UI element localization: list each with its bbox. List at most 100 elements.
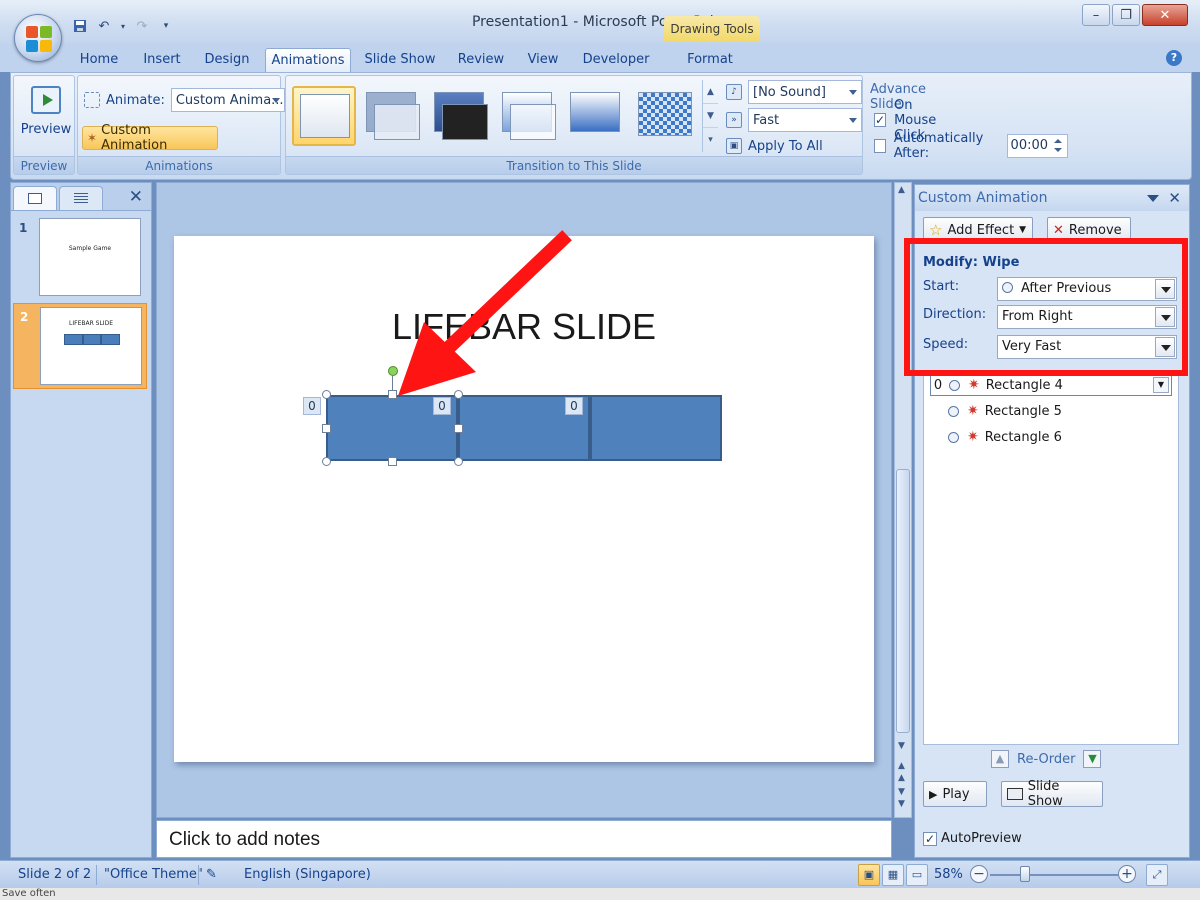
zoom-out-icon[interactable]: − xyxy=(970,865,988,883)
close-icon[interactable]: ✕ xyxy=(129,187,143,207)
transition-sound-row: ♪ [No Sound] xyxy=(726,80,862,104)
theme-name[interactable]: "Office Theme" xyxy=(104,867,203,882)
close-button[interactable]: ✕ xyxy=(1142,4,1188,26)
slide-show-button[interactable]: Slide Show xyxy=(1001,779,1103,809)
on-mouse-click-checkbox[interactable]: ✓ xyxy=(874,113,887,127)
chevron-down-icon: ▼ xyxy=(1019,225,1027,235)
preview-button-label: Preview xyxy=(20,122,72,137)
language-indicator[interactable]: English (Singapore) xyxy=(244,867,371,882)
resize-handle-bottom[interactable] xyxy=(388,457,397,466)
resize-handle-left[interactable] xyxy=(322,424,331,433)
move-up-icon[interactable]: ▲ xyxy=(991,750,1009,768)
on-mouse-click-option[interactable]: ✓ On Mouse Click xyxy=(874,98,938,143)
spell-check-icon[interactable]: ✎ xyxy=(206,867,217,882)
transition-cut-through-black[interactable] xyxy=(564,86,628,146)
next-slide-icon[interactable]: ▼ xyxy=(898,787,905,797)
automatically-after-checkbox[interactable] xyxy=(874,139,886,153)
pane-options-icon[interactable] xyxy=(1147,195,1159,202)
resize-handle-top-left[interactable] xyxy=(322,390,331,399)
list-item[interactable]: ✷ Rectangle 5 xyxy=(930,400,1172,422)
status-bar: Slide 2 of 2 "Office Theme" ✎ English (S… xyxy=(0,860,1200,888)
autopreview-option[interactable]: ✓ AutoPreview xyxy=(923,831,1022,846)
custom-animation-button[interactable]: ✶ Custom Animation xyxy=(82,123,218,153)
fit-to-window-icon[interactable]: ⤢ xyxy=(1146,864,1168,886)
red-highlight-box-annotation xyxy=(904,238,1188,376)
tab-developer[interactable]: Developer xyxy=(576,48,656,72)
transition-dissolve[interactable] xyxy=(632,86,696,146)
gallery-down-icon[interactable]: ▼ xyxy=(703,104,718,128)
chevron-down-icon xyxy=(271,98,280,103)
preview-group: Preview Preview xyxy=(13,75,75,175)
slide-thumbnail-1[interactable]: 1 Sample Game xyxy=(13,215,147,301)
gallery-up-icon[interactable]: ▲ xyxy=(703,80,718,104)
tab-format[interactable]: Format xyxy=(680,48,740,72)
maximize-button[interactable]: ❐ xyxy=(1112,4,1140,26)
tab-animations[interactable]: Animations xyxy=(265,48,351,72)
resize-handle-bottom-left[interactable] xyxy=(322,457,331,466)
slide-show-view-icon[interactable]: ▭ xyxy=(906,864,928,886)
play-button[interactable]: ▶ Play xyxy=(923,781,987,807)
scroll-down-icon[interactable]: ▼ xyxy=(898,741,905,751)
resize-handle-right[interactable] xyxy=(454,424,463,433)
outline-tab[interactable] xyxy=(59,186,103,210)
list-item[interactable]: 0 ✷ Rectangle 4 ▼ xyxy=(930,374,1172,396)
tab-review[interactable]: Review xyxy=(452,48,510,72)
animate-dropdown[interactable]: Custom Anima... xyxy=(170,88,285,112)
resize-handle-bottom-right[interactable] xyxy=(454,457,463,466)
gallery-more-icon[interactable]: ▾ xyxy=(703,128,718,152)
animation-item-name: Rectangle 5 xyxy=(984,403,1062,419)
move-down-icon[interactable]: ▼ xyxy=(1083,750,1102,768)
list-item[interactable]: ✷ Rectangle 6 xyxy=(930,426,1172,448)
automatically-after-spinner[interactable]: 00:00 xyxy=(1006,134,1068,158)
spin-down-icon[interactable] xyxy=(1053,148,1062,152)
transition-sound-dropdown[interactable]: [No Sound] xyxy=(748,80,862,104)
clock-icon xyxy=(949,379,960,391)
speed-icon: » xyxy=(726,112,742,128)
apply-to-all-button[interactable]: ▣ Apply To All xyxy=(726,134,823,158)
effect-star-icon: ✷ xyxy=(968,377,980,393)
rectangle-6[interactable] xyxy=(590,395,722,461)
previous-slide-icon[interactable]: ▲ xyxy=(898,761,905,771)
slide-sorter-view-icon[interactable]: ▦ xyxy=(882,864,904,886)
item-dropdown-icon[interactable]: ▼ xyxy=(1153,377,1169,393)
slide-thumbnail-2[interactable]: 2 LIFEBAR SLIDE xyxy=(13,303,147,389)
tab-slide-show[interactable]: Slide Show xyxy=(360,48,440,72)
autopreview-label: AutoPreview xyxy=(941,831,1022,846)
tab-home[interactable]: Home xyxy=(70,48,128,72)
transition-fade-smoothly[interactable] xyxy=(360,86,424,146)
title-bar: ↶ ▾ ↷ ▾ Presentation1 - Microsoft PowerP… xyxy=(0,0,1200,44)
preview-button[interactable]: Preview xyxy=(18,80,74,144)
minimize-button[interactable]: – xyxy=(1082,4,1110,26)
slides-pane: ✕ 1 Sample Game 2 LIFEBAR SLIDE xyxy=(10,182,152,858)
transition-speed-dropdown[interactable]: Fast xyxy=(748,108,862,132)
animation-item-name: Rectangle 4 xyxy=(985,377,1063,393)
zoom-slider-track[interactable] xyxy=(990,874,1118,876)
tab-view[interactable]: View xyxy=(520,48,566,72)
scrollbar-thumb[interactable] xyxy=(896,469,910,733)
slides-tab[interactable] xyxy=(13,186,57,210)
tab-insert[interactable]: Insert xyxy=(136,48,188,72)
notes-area[interactable]: Click to add notes xyxy=(156,820,892,858)
slide-thumbnail-bars xyxy=(64,334,121,345)
play-icon: ▶ xyxy=(929,787,938,801)
reorder-label: Re-Order xyxy=(1017,751,1076,767)
transition-no-transition[interactable] xyxy=(292,86,356,146)
help-icon[interactable]: ? xyxy=(1166,50,1182,66)
scroll-up-icon[interactable]: ▲ xyxy=(898,185,905,195)
close-icon[interactable]: ✕ xyxy=(1168,185,1181,211)
transition-fade-through-black[interactable] xyxy=(428,86,492,146)
tab-design[interactable]: Design xyxy=(198,48,256,72)
zoom-slider-thumb[interactable] xyxy=(1020,866,1030,882)
slide-indicator: Slide 2 of 2 xyxy=(18,867,92,882)
office-button[interactable] xyxy=(14,14,62,62)
spin-up-icon[interactable] xyxy=(1053,139,1062,143)
transition-cut[interactable] xyxy=(496,86,560,146)
zoom-in-icon[interactable]: + xyxy=(1118,865,1136,883)
automatically-after-label: Automatically After: xyxy=(893,131,984,161)
normal-view-icon[interactable]: ▣ xyxy=(858,864,880,886)
autopreview-checkbox[interactable]: ✓ xyxy=(923,831,937,846)
window-title: Presentation1 - Microsoft PowerPoint xyxy=(471,14,729,30)
gallery-scroller[interactable]: ▲ ▼ ▾ xyxy=(702,80,718,152)
zoom-level[interactable]: 58% xyxy=(934,867,963,882)
slide-show-icon xyxy=(1007,788,1023,800)
